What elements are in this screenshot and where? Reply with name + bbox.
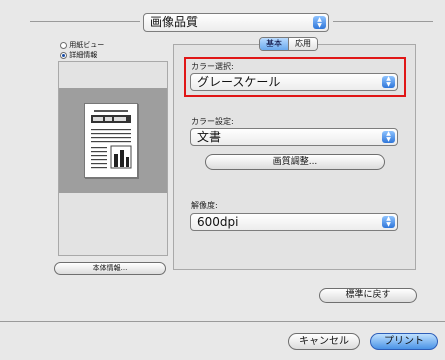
top-separator-right xyxy=(333,21,433,22)
image-adjust-button[interactable]: 画質調整... xyxy=(205,154,385,170)
footer-separator xyxy=(0,321,445,322)
color-select-value: グレースケール xyxy=(197,75,281,89)
tab-basic-label: 基本 xyxy=(266,39,282,48)
settings-category-value: 画像品質 xyxy=(150,15,199,29)
color-settings-value: 文書 xyxy=(197,130,222,144)
restore-defaults-label: 標準に戻す xyxy=(345,290,391,300)
radio-paper-view[interactable] xyxy=(60,41,67,49)
view-option-detail-label: 詳細情報 xyxy=(69,51,98,59)
print-button[interactable]: プリント xyxy=(370,333,438,350)
popup-arrows-icon: ▲ ▼ xyxy=(313,16,326,29)
settings-category-popup[interactable]: 画像品質 ▲ ▼ xyxy=(143,13,329,32)
color-select-label: カラー選択: xyxy=(191,62,234,71)
tab-bar: 基本 応用 xyxy=(259,37,318,51)
radio-detail-info[interactable] xyxy=(60,51,67,59)
view-option-paper-label: 用紙ビュー xyxy=(69,41,105,49)
resolution-value: 600dpi xyxy=(197,215,239,229)
document-thumbnail-icon xyxy=(91,110,132,169)
popup-arrows-icon: ▲ ▼ xyxy=(382,131,395,143)
print-label: プリント xyxy=(384,336,424,347)
restore-defaults-button[interactable]: 標準に戻す xyxy=(319,288,417,303)
color-settings-label: カラー設定: xyxy=(191,117,234,126)
resolution-label: 解像度: xyxy=(191,201,218,210)
image-adjust-label: 画質調整... xyxy=(272,157,318,167)
view-option-detail[interactable]: 詳細情報 xyxy=(60,51,97,60)
document-preview-icon xyxy=(84,103,138,178)
color-settings-popup[interactable]: 文書 ▲ ▼ xyxy=(190,128,398,146)
view-option-paper[interactable]: 用紙ビュー xyxy=(60,41,104,50)
cancel-label: キャンセル xyxy=(299,336,349,347)
top-separator-left xyxy=(30,21,140,22)
popup-arrows-icon: ▲ ▼ xyxy=(382,76,395,88)
resolution-popup[interactable]: 600dpi ▲ ▼ xyxy=(190,213,398,231)
tab-advanced-label: 応用 xyxy=(295,39,311,48)
tab-advanced[interactable]: 応用 xyxy=(288,38,317,50)
cancel-button[interactable]: キャンセル xyxy=(288,333,360,350)
popup-arrows-icon: ▲ ▼ xyxy=(382,216,395,228)
color-select-popup[interactable]: グレースケール ▲ ▼ xyxy=(190,73,398,91)
tab-basic[interactable]: 基本 xyxy=(260,38,288,50)
printer-info-label: 本体情報... xyxy=(92,264,128,272)
printer-info-button[interactable]: 本体情報... xyxy=(54,262,166,275)
